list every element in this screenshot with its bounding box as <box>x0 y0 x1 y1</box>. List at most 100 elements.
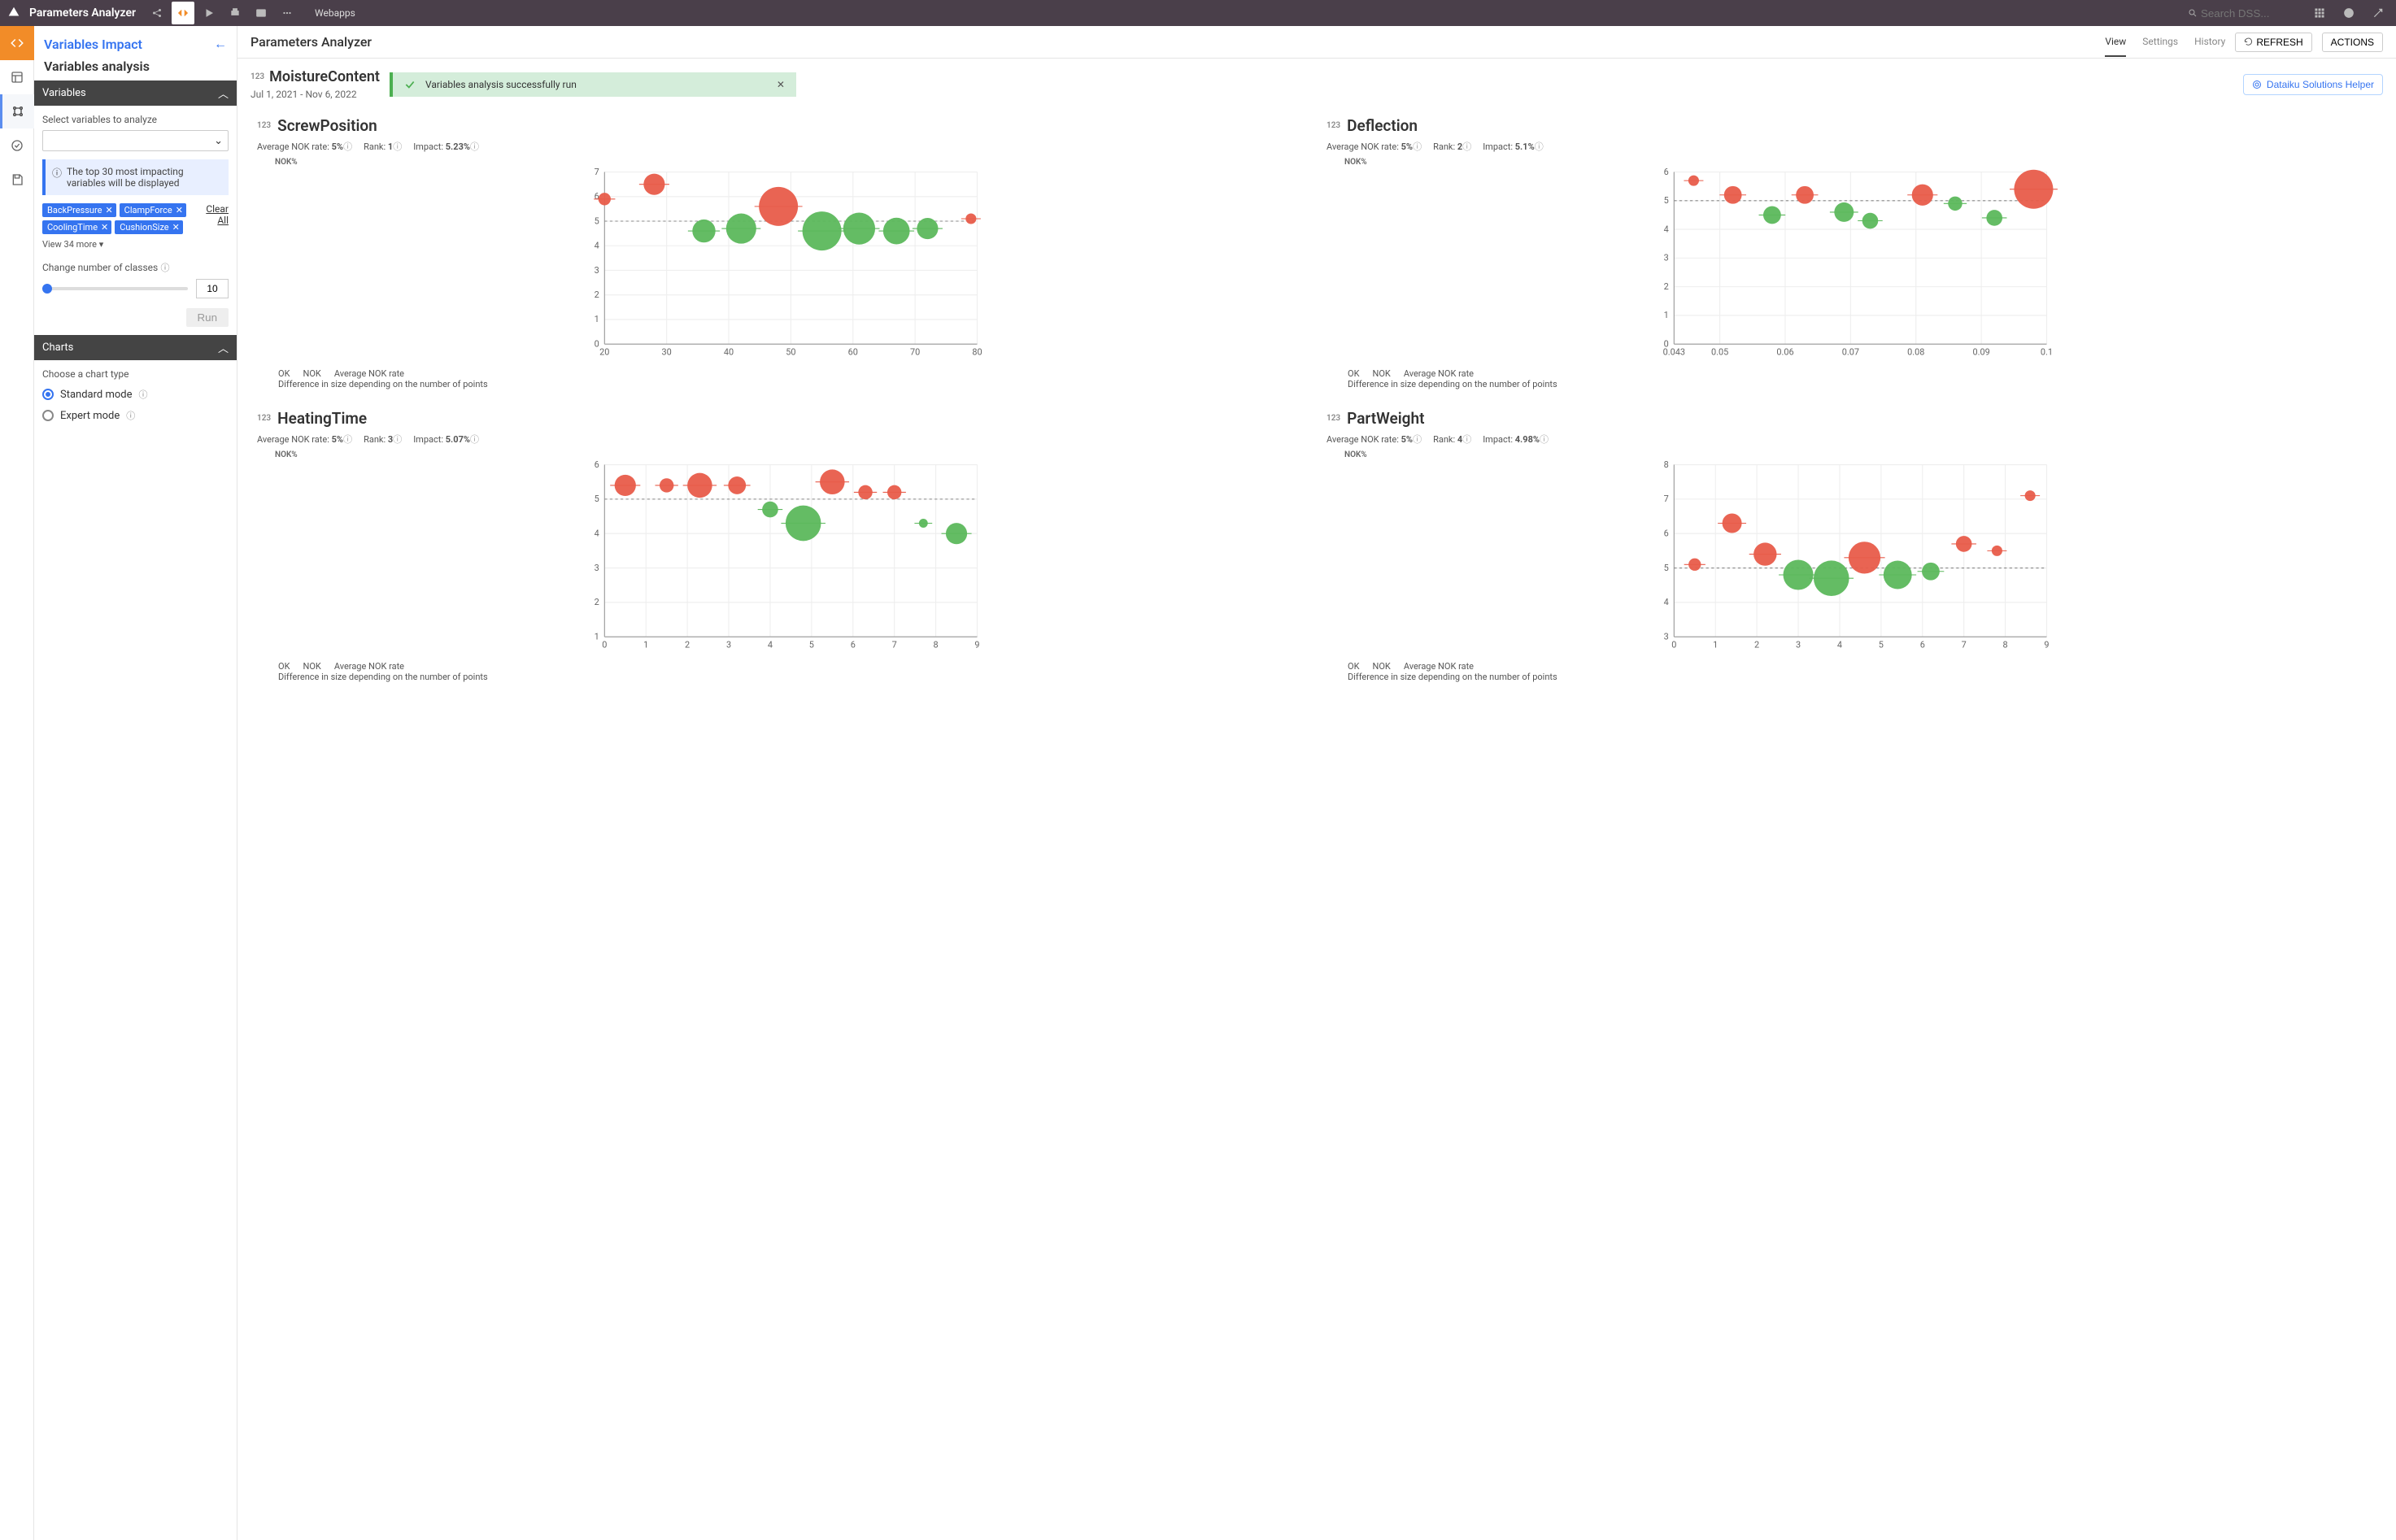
help-icon[interactable] <box>2337 2 2360 24</box>
info-icon[interactable]: ⓘ <box>343 141 352 152</box>
breadcrumb[interactable]: Variables Impact <box>44 37 142 52</box>
chart-legend: OKNOKAverage NOK rate <box>278 368 1307 379</box>
code-tab-icon[interactable] <box>172 2 194 24</box>
webapps-tag[interactable]: Webapps <box>315 7 355 19</box>
info-icon[interactable]: ⓘ <box>126 409 135 422</box>
svg-text:0.07: 0.07 <box>1842 346 1859 357</box>
kpi-type-pill: 123 <box>250 72 264 81</box>
chip-remove-icon[interactable]: ✕ <box>101 222 108 233</box>
run-button[interactable]: Run <box>186 308 229 327</box>
svg-text:1: 1 <box>1713 639 1718 650</box>
info-icon[interactable]: ⓘ <box>393 434 402 445</box>
global-search[interactable] <box>2188 7 2298 20</box>
chart-title-text: PartWeight <box>1347 409 1424 428</box>
info-icon[interactable]: ⓘ <box>1462 434 1471 445</box>
chevron-up-icon: ︿ <box>218 85 229 101</box>
svg-text:2: 2 <box>685 639 690 650</box>
svg-text:20: 20 <box>599 346 609 357</box>
type-pill: 123 <box>1327 121 1340 130</box>
app-logo-icon[interactable] <box>7 5 23 21</box>
info-icon[interactable]: ⓘ <box>1413 141 1422 152</box>
close-icon[interactable]: ✕ <box>777 79 785 90</box>
svg-text:2: 2 <box>1754 639 1759 650</box>
project-title[interactable]: Parameters Analyzer <box>29 7 136 20</box>
filter-chip[interactable]: ClampForce✕ <box>120 203 186 217</box>
share-icon[interactable] <box>146 2 168 24</box>
info-icon[interactable]: ⓘ <box>139 388 148 401</box>
actions-button[interactable]: ACTIONS <box>2322 33 2383 52</box>
variables-select[interactable]: ⌄ <box>42 130 229 151</box>
expand-icon[interactable] <box>2367 2 2389 24</box>
info-icon[interactable]: ⓘ <box>470 434 479 445</box>
type-pill: 123 <box>1327 414 1340 423</box>
chart-plot[interactable]: 0123456720304050607080 <box>257 167 1307 362</box>
info-icon[interactable]: ⓘ <box>1413 434 1422 445</box>
leftbar-dashboard-icon[interactable] <box>0 60 34 94</box>
info-icon[interactable]: ⓘ <box>343 434 352 445</box>
chart-mode-radio[interactable]: Expert modeⓘ <box>42 409 229 422</box>
svg-text:0: 0 <box>595 338 599 349</box>
back-arrow-icon[interactable]: ← <box>214 36 227 52</box>
classes-slider[interactable] <box>42 287 188 290</box>
apps-grid-icon[interactable] <box>2308 2 2331 24</box>
refresh-button[interactable]: REFRESH <box>2235 33 2311 52</box>
info-icon[interactable]: ⓘ <box>1540 434 1549 445</box>
filter-chip[interactable]: BackPressure✕ <box>42 203 116 217</box>
chevron-up-icon: ︿ <box>218 340 229 355</box>
variables-section-header[interactable]: Variables ︿ <box>34 80 237 106</box>
all-link[interactable]: All <box>206 215 229 226</box>
browser-icon[interactable] <box>250 2 272 24</box>
info-icon[interactable]: ⓘ <box>470 141 479 152</box>
svg-text:5: 5 <box>595 215 599 226</box>
chart-plot[interactable]: 1234560123456789 <box>257 459 1307 655</box>
solutions-helper-button[interactable]: Dataiku Solutions Helper <box>2243 74 2383 95</box>
svg-text:4: 4 <box>1664 597 1669 607</box>
clear-link[interactable]: Clear <box>206 203 229 215</box>
info-icon[interactable]: ⓘ <box>1462 141 1471 152</box>
info-icon[interactable]: ⓘ <box>393 141 402 152</box>
filter-chip[interactable]: CushionSize✕ <box>115 220 183 234</box>
filter-chip[interactable]: CoolingTime✕ <box>42 220 111 234</box>
classes-input[interactable] <box>196 279 229 298</box>
svg-text:7: 7 <box>595 167 599 177</box>
print-icon[interactable] <box>224 2 246 24</box>
svg-text:3: 3 <box>726 639 731 650</box>
kpi-date-range: Jul 1, 2021 - Nov 6, 2022 <box>250 89 380 100</box>
tab-settings[interactable]: Settings <box>2142 28 2178 57</box>
view-more-link[interactable]: View 34 more ▾ <box>42 239 229 250</box>
leftbar-tasks-icon[interactable] <box>0 128 34 163</box>
leftbar-analysis-icon[interactable] <box>0 94 34 128</box>
chart-mode-radio[interactable]: Standard modeⓘ <box>42 388 229 401</box>
chart-meta: Average NOK rate: 5%ⓘ Rank: 3ⓘ Impact: 5… <box>257 433 1307 446</box>
chart-plot[interactable]: 3456780123456789 <box>1327 459 2376 655</box>
charts-section-header[interactable]: Charts ︿ <box>34 335 237 360</box>
chip-remove-icon[interactable]: ✕ <box>176 205 183 215</box>
helper-icon <box>2252 80 2262 89</box>
type-pill: 123 <box>257 414 271 423</box>
leftbar-code-icon[interactable] <box>0 26 34 60</box>
svg-text:6: 6 <box>1664 167 1669 177</box>
info-banner: ⓘ The top 30 most impacting variables wi… <box>42 159 229 195</box>
tab-view[interactable]: View <box>2105 28 2126 57</box>
svg-text:2: 2 <box>1664 281 1669 292</box>
svg-text:8: 8 <box>1664 459 1669 470</box>
content-title: Parameters Analyzer <box>250 34 372 50</box>
search-input[interactable] <box>2201 7 2298 20</box>
chip-remove-icon[interactable]: ✕ <box>172 222 180 233</box>
svg-text:4: 4 <box>595 241 599 251</box>
info-icon[interactable]: ⓘ <box>1535 141 1544 152</box>
more-icon[interactable] <box>276 2 298 24</box>
sidebar: Variables Impact ← Variables analysis Va… <box>34 26 237 1540</box>
main-content: Parameters Analyzer ViewSettingsHistory … <box>237 26 2396 1540</box>
chart-plot[interactable]: 01234560.0430.050.060.070.080.090.1 <box>1327 167 2376 362</box>
svg-text:7: 7 <box>1664 494 1669 504</box>
info-icon[interactable]: ⓘ <box>160 263 169 273</box>
svg-text:5: 5 <box>1879 639 1884 650</box>
play-icon[interactable] <box>198 2 220 24</box>
leftbar-save-icon[interactable] <box>0 163 34 197</box>
tab-history[interactable]: History <box>2194 28 2225 57</box>
chip-remove-icon[interactable]: ✕ <box>105 205 112 215</box>
check-icon <box>404 79 416 90</box>
svg-text:6: 6 <box>1664 528 1669 538</box>
chart-card: 123HeatingTime Average NOK rate: 5%ⓘ Ran… <box>257 409 1307 682</box>
